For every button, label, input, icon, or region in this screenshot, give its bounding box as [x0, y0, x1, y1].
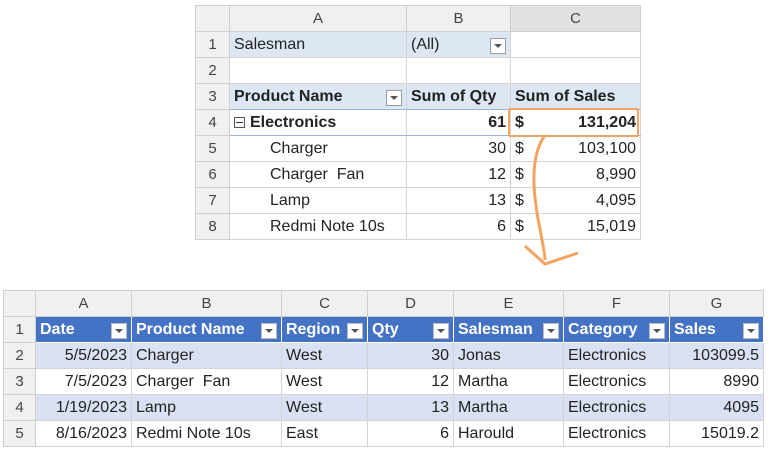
cell-region[interactable]: West [281, 342, 368, 369]
cell-salesman[interactable]: Martha [453, 368, 564, 395]
cell-qty[interactable]: 6 [367, 420, 454, 447]
cell-sales[interactable]: 103099.5 [669, 342, 764, 369]
column-header-f[interactable]: F [563, 290, 670, 317]
column-header-e[interactable]: E [453, 290, 564, 317]
filter-dropdown-icon[interactable] [743, 322, 759, 339]
table-header-sales[interactable]: Sales [669, 316, 764, 343]
table-header-salesman[interactable]: Salesman [453, 316, 564, 343]
filter-dropdown-icon[interactable] [347, 322, 363, 339]
cell-date[interactable]: 5/5/2023 [35, 342, 132, 369]
table-header-date[interactable]: Date [35, 316, 132, 343]
cell-qty[interactable]: 30 [367, 342, 454, 369]
cell-region[interactable]: West [281, 394, 368, 421]
cell-date[interactable]: 1/19/2023 [35, 394, 132, 421]
column-header-d[interactable]: D [367, 290, 454, 317]
filter-dropdown-icon[interactable] [261, 322, 277, 339]
cell-sales[interactable]: 4095 [669, 394, 764, 421]
cell-region[interactable]: East [281, 420, 368, 447]
column-header-a[interactable]: A [35, 290, 132, 317]
cell-qty[interactable]: 12 [367, 368, 454, 395]
cell-salesman[interactable]: Harould [453, 420, 564, 447]
table-header-category[interactable]: Category [563, 316, 670, 343]
select-all-corner[interactable] [3, 290, 36, 317]
column-header-g[interactable]: G [669, 290, 764, 317]
row-header-4[interactable]: 4 [3, 394, 36, 421]
cell-salesman[interactable]: Jonas [453, 342, 564, 369]
header-label: Qty [372, 320, 399, 338]
cell-category[interactable]: Electronics [563, 394, 670, 421]
cell-category[interactable]: Electronics [563, 420, 670, 447]
row-header-5[interactable]: 5 [3, 420, 36, 447]
header-label: Date [40, 320, 75, 338]
cell-date[interactable]: 7/5/2023 [35, 368, 132, 395]
cell-category[interactable]: Electronics [563, 368, 670, 395]
cell-category[interactable]: Electronics [563, 342, 670, 369]
column-header-c[interactable]: C [281, 290, 368, 317]
filter-dropdown-icon[interactable] [649, 322, 665, 339]
row-header-3[interactable]: 3 [3, 368, 36, 395]
table-header-region[interactable]: Region [281, 316, 368, 343]
table-header-product[interactable]: Product Name [131, 316, 282, 343]
cell-product[interactable]: Charger [131, 342, 282, 369]
header-label: Salesman [458, 320, 533, 338]
filter-dropdown-icon[interactable] [543, 322, 559, 339]
row-header-1[interactable]: 1 [3, 316, 36, 343]
header-label: Region [286, 320, 341, 338]
header-label: Category [568, 320, 638, 338]
cell-product[interactable]: Redmi Note 10s [131, 420, 282, 447]
filter-dropdown-icon[interactable] [111, 322, 127, 339]
cell-product[interactable]: Lamp [131, 394, 282, 421]
header-label: Sales [674, 320, 716, 338]
header-label: Product Name [136, 320, 245, 338]
cell-product[interactable]: Charger Fan [131, 368, 282, 395]
row-header-2[interactable]: 2 [3, 342, 36, 369]
cell-sales[interactable]: 8990 [669, 368, 764, 395]
filter-dropdown-icon[interactable] [433, 322, 449, 339]
cell-date[interactable]: 8/16/2023 [35, 420, 132, 447]
column-header-b[interactable]: B [131, 290, 282, 317]
cell-qty[interactable]: 13 [367, 394, 454, 421]
source-sheet: A B C D E F G 1 Date Product Name Region… [3, 290, 764, 447]
cell-salesman[interactable]: Martha [453, 394, 564, 421]
cell-region[interactable]: West [281, 368, 368, 395]
table-header-qty[interactable]: Qty [367, 316, 454, 343]
cell-sales[interactable]: 15019.2 [669, 420, 764, 447]
